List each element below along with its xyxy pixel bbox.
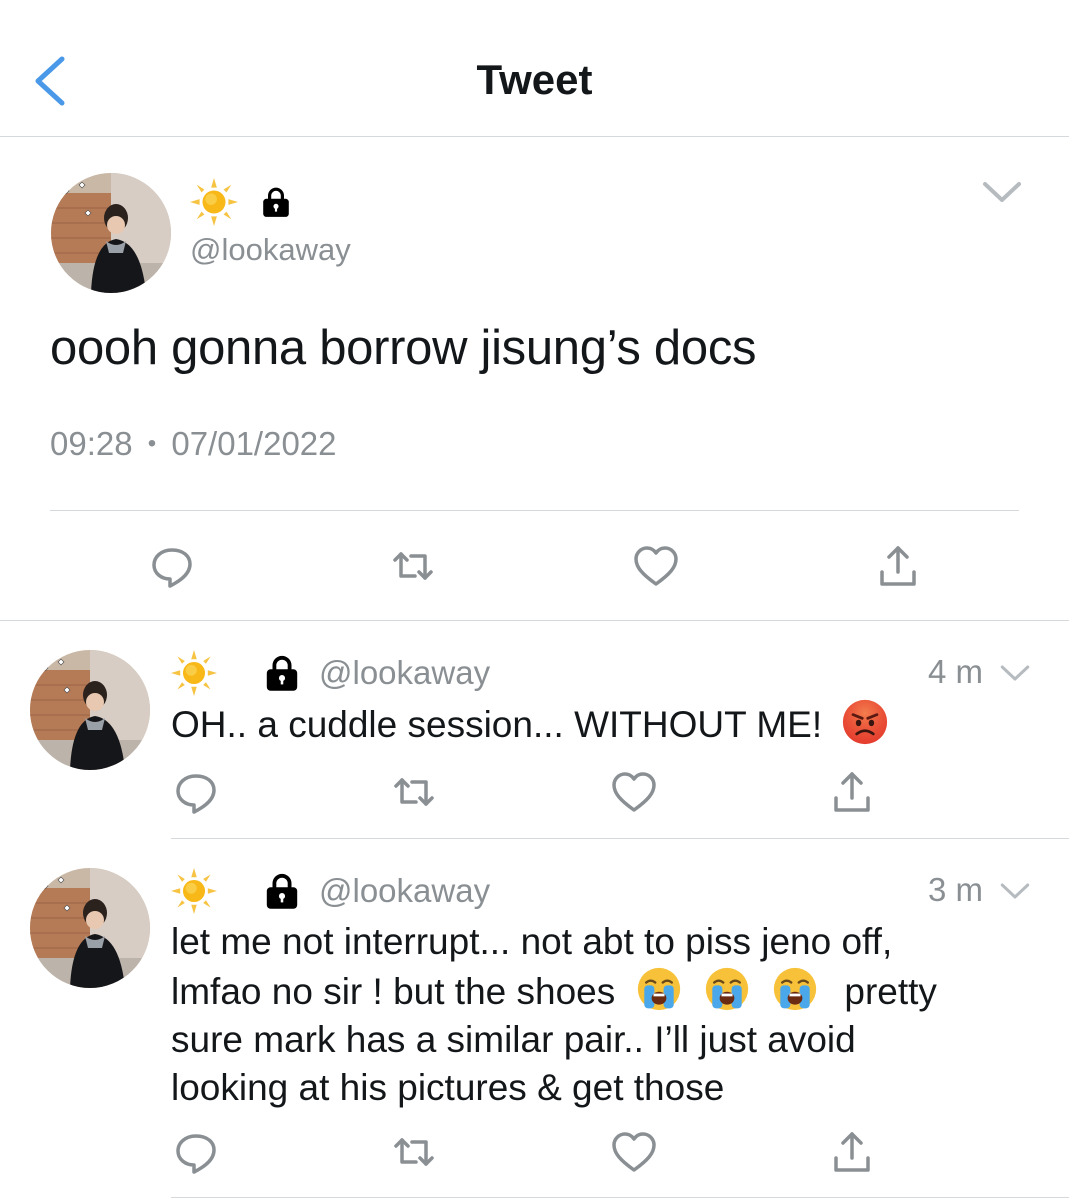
retweet-icon[interactable]	[390, 1128, 438, 1176]
handle[interactable]: @lookaway	[319, 654, 490, 692]
chevron-down-icon[interactable]	[1000, 664, 1030, 682]
tweet-timestamp: 09:28 • 07/01/2022	[50, 425, 337, 463]
like-icon[interactable]	[632, 542, 680, 590]
reply-text-line: lmfao no sir ! but the shoes pretty	[171, 966, 1001, 1016]
separator: •	[147, 430, 157, 457]
reply-time: 3 m	[928, 871, 984, 908]
chevron-down-icon[interactable]	[982, 180, 1022, 204]
sun-icon	[190, 178, 238, 226]
handle[interactable]: @lookaway	[190, 232, 351, 268]
reply-text-segment: pretty	[844, 971, 937, 1012]
reply-icon[interactable]	[172, 1128, 220, 1176]
crying-face-icon	[636, 966, 682, 1012]
share-icon[interactable]	[828, 768, 876, 816]
reply-text-segment: lmfao no sir ! but the shoes	[171, 971, 616, 1012]
divider	[171, 1197, 1069, 1198]
share-icon[interactable]	[828, 1128, 876, 1176]
like-icon[interactable]	[610, 768, 658, 816]
display-name[interactable]	[190, 178, 292, 226]
reply-text: OH.. a cuddle session... WITHOUT ME!	[171, 699, 1001, 749]
reply-text-line: let me not interrupt... not abt to piss …	[171, 921, 893, 962]
divider	[171, 838, 1069, 839]
sun-icon	[171, 868, 217, 914]
avatar[interactable]	[30, 650, 150, 770]
reply-icon[interactable]	[148, 542, 196, 590]
handle[interactable]: @lookaway	[319, 872, 490, 910]
lock-icon	[260, 186, 292, 218]
angry-face-icon	[842, 699, 888, 745]
retweet-icon[interactable]	[390, 768, 438, 816]
divider	[50, 510, 1019, 511]
nav-header: Tweet	[0, 0, 1069, 137]
reply-header[interactable]: @lookaway	[171, 650, 490, 696]
lock-icon	[263, 654, 301, 692]
avatar[interactable]	[51, 173, 171, 293]
reply-text: let me not interrupt... not abt to piss …	[171, 918, 1001, 1112]
share-icon[interactable]	[874, 542, 922, 590]
avatar[interactable]	[30, 868, 150, 988]
reply-icon[interactable]	[172, 768, 220, 816]
tweet-time: 09:28	[50, 425, 133, 462]
reply-header[interactable]: @lookaway	[171, 868, 490, 914]
reply-text-line: looking at his pictures & get those	[171, 1067, 725, 1108]
tweet-text: oooh gonna borrow jisung’s docs	[50, 321, 757, 375]
reply-text-content: OH.. a cuddle session... WITHOUT ME!	[171, 704, 823, 745]
reply-text-line: sure mark has a similar pair.. I’ll just…	[171, 1019, 856, 1060]
reply-time: 4 m	[928, 653, 984, 690]
retweet-icon[interactable]	[389, 542, 437, 590]
chevron-down-icon[interactable]	[1000, 882, 1030, 900]
like-icon[interactable]	[610, 1128, 658, 1176]
lock-icon	[263, 872, 301, 910]
sun-icon	[171, 650, 217, 696]
divider	[0, 620, 1069, 621]
tweet-date: 07/01/2022	[171, 425, 337, 462]
crying-face-icon	[772, 966, 818, 1012]
crying-face-icon	[704, 966, 750, 1012]
page-title: Tweet	[476, 56, 593, 103]
